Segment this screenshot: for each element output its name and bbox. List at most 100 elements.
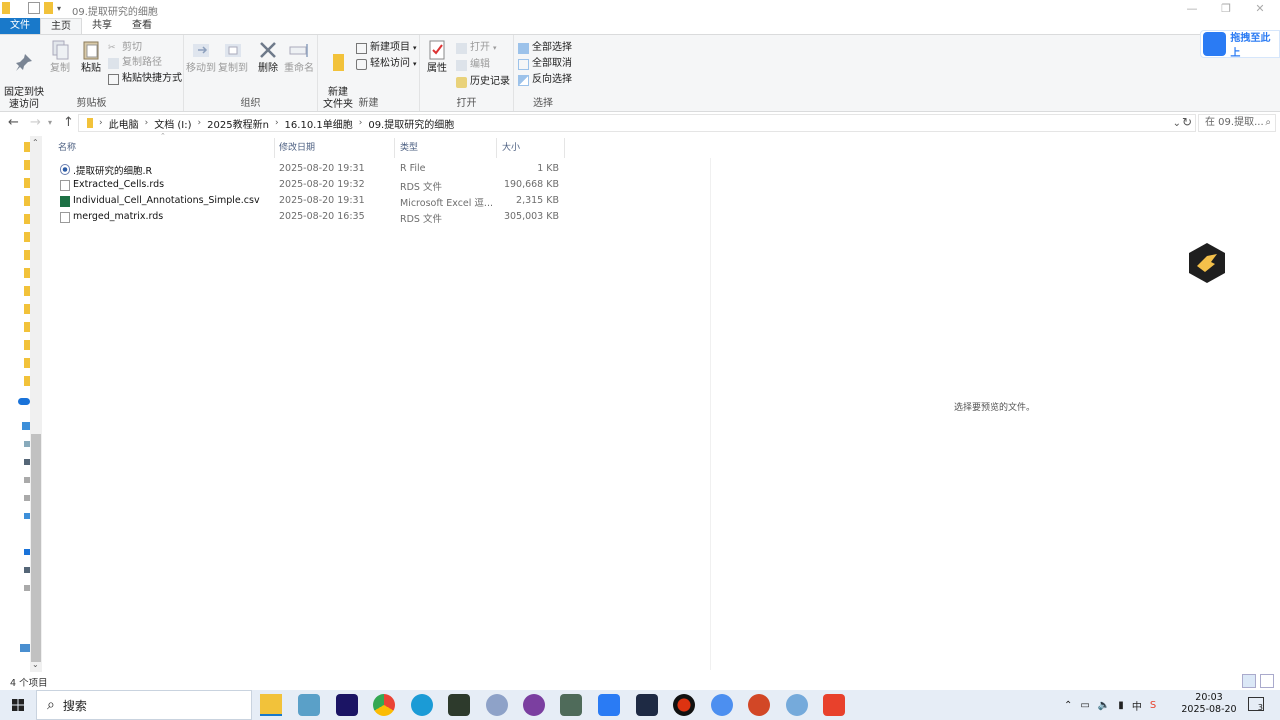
breadcrumb-folder[interactable]: 2025教程新n xyxy=(207,116,269,131)
open-icon xyxy=(456,42,467,54)
column-divider[interactable] xyxy=(496,138,497,158)
chrome-icon[interactable] xyxy=(373,694,395,716)
breadcrumb-this-pc[interactable]: 此电脑 xyxy=(109,116,139,131)
back-button[interactable]: ← xyxy=(8,115,19,130)
details-view-icon[interactable] xyxy=(1242,674,1256,688)
file-row[interactable]: Extracted_Cells.rds 2025-08-20 19:32 RDS… xyxy=(56,177,564,193)
scroll-up-icon[interactable]: ⌃ xyxy=(32,138,39,147)
forward-button[interactable]: → xyxy=(30,115,41,130)
up-button[interactable]: ↑ xyxy=(63,115,74,130)
clipboard-group: 固定到快 速访问 复制 粘贴 ✂ 剪切 复制路径 粘贴快捷方式 剪贴板 xyxy=(0,35,184,111)
chevron-right-icon[interactable]: › xyxy=(275,118,279,128)
large-icons-view-icon[interactable] xyxy=(1260,674,1274,688)
column-divider[interactable] xyxy=(274,138,275,158)
pin-icon xyxy=(16,54,32,71)
rename-button[interactable]: 重命名 xyxy=(284,39,314,75)
app-icon[interactable] xyxy=(560,694,582,716)
baidu-netdisk-icon[interactable] xyxy=(711,694,733,716)
baidu-drag-upload-button[interactable]: 拖拽至此上 xyxy=(1200,30,1280,59)
maximize-button[interactable]: ❐ xyxy=(1210,0,1242,18)
properties-button[interactable]: 属性 xyxy=(424,39,450,75)
invert-selection-button[interactable]: 反向选择 xyxy=(518,73,572,87)
chevron-up-icon[interactable]: ⌃ xyxy=(1064,700,1072,711)
chevron-right-icon[interactable]: › xyxy=(145,118,149,128)
record-icon[interactable] xyxy=(673,694,695,716)
delete-button[interactable]: 删除 xyxy=(256,39,280,75)
easy-access-button[interactable]: 轻松访问 ▾ xyxy=(356,57,417,71)
clock-time: 20:03 xyxy=(1195,692,1223,703)
preview-pane-divider[interactable] xyxy=(710,158,711,670)
folder-icon[interactable] xyxy=(44,2,53,14)
minimize-button[interactable]: — xyxy=(1176,0,1208,18)
tab-share[interactable]: 共享 xyxy=(82,18,122,34)
paste-button[interactable]: 粘贴 xyxy=(78,39,104,75)
refresh-button[interactable]: ↻ xyxy=(1182,115,1192,129)
network-icon[interactable] xyxy=(20,644,30,652)
column-header-type[interactable]: 类型 xyxy=(400,140,418,154)
microphone-icon[interactable]: ▮ xyxy=(1118,700,1124,711)
file-explorer-icon[interactable] xyxy=(260,694,282,716)
select-all-button[interactable]: 全部选择 xyxy=(518,41,572,55)
tab-file[interactable]: 文件 xyxy=(0,18,40,34)
chevron-right-icon[interactable]: › xyxy=(198,118,202,128)
column-header-size[interactable]: 大小 xyxy=(502,140,520,154)
edit-button[interactable]: 编辑 xyxy=(456,58,490,72)
app-3d-icon[interactable] xyxy=(523,694,545,716)
maps-icon[interactable] xyxy=(298,694,320,716)
taskbar-search[interactable]: ⌕ 搜索 xyxy=(36,690,252,720)
close-button[interactable]: ✕ xyxy=(1244,0,1276,18)
file-icon xyxy=(60,212,70,223)
app-icon[interactable] xyxy=(598,694,620,716)
floating-assistant-icon[interactable] xyxy=(1187,242,1227,284)
copy-button[interactable]: 复制 xyxy=(46,39,74,75)
file-date: 2025-08-20 19:31 xyxy=(279,195,365,206)
address-bar[interactable]: › 此电脑 › 文档 (I:) › 2025教程新n › 16.10.1单细胞 … xyxy=(78,114,1196,132)
new-item-button[interactable]: 新建项目 ▾ xyxy=(356,41,417,55)
column-divider[interactable] xyxy=(564,138,565,158)
system-clock[interactable]: 20:03 2025-08-20 xyxy=(1178,692,1240,716)
recent-locations-button[interactable]: ▾ xyxy=(48,118,52,127)
powerpoint-icon[interactable] xyxy=(748,694,770,716)
open-button[interactable]: 打开 ▾ xyxy=(456,41,497,55)
breadcrumb-drive[interactable]: 文档 (I:) xyxy=(154,116,191,131)
copy-to-button[interactable]: 复制到 xyxy=(218,39,248,75)
tab-home[interactable]: 主页 xyxy=(40,18,82,34)
file-row[interactable]: .提取研究的细胞.R 2025-08-20 19:31 R File 1 KB xyxy=(56,161,564,177)
onedrive-icon[interactable] xyxy=(18,398,30,405)
app-tray-icon[interactable]: S xyxy=(1150,700,1156,711)
wps-icon[interactable] xyxy=(823,694,845,716)
chevron-right-icon[interactable]: › xyxy=(359,118,363,128)
move-to-button[interactable]: 移动到 xyxy=(186,39,216,75)
scroll-down-icon[interactable]: ⌄ xyxy=(32,660,39,669)
paste-shortcut-button[interactable]: 粘贴快捷方式 xyxy=(108,72,182,86)
copy-path-button[interactable]: 复制路径 xyxy=(108,56,162,70)
select-none-button[interactable]: 全部取消 xyxy=(518,57,572,71)
tab-view[interactable]: 查看 xyxy=(122,18,162,34)
rstudio-icon[interactable] xyxy=(786,694,808,716)
file-row[interactable]: merged_matrix.rds 2025-08-20 16:35 RDS 文… xyxy=(56,209,564,225)
file-row[interactable]: Individual_Cell_Annotations_Simple.csv 2… xyxy=(56,193,564,209)
network-icon[interactable]: ▭ xyxy=(1080,700,1089,711)
terminal-icon[interactable] xyxy=(636,694,658,716)
search-input[interactable]: 在 09.提取... ⌕ xyxy=(1198,114,1276,132)
check-icon[interactable] xyxy=(28,2,40,14)
edge-icon[interactable] xyxy=(411,694,433,716)
breadcrumb-current[interactable]: 09.提取研究的细胞 xyxy=(368,116,454,131)
address-dropdown-icon[interactable]: ⌄ xyxy=(1173,118,1181,129)
cut-button[interactable]: ✂ 剪切 xyxy=(108,41,142,55)
windows-start-icon[interactable] xyxy=(0,690,36,720)
history-button[interactable]: 历史记录 xyxy=(456,75,510,89)
volume-icon[interactable]: 🔈 xyxy=(1098,700,1110,711)
column-header-name[interactable]: 名称 xyxy=(58,140,76,154)
scrollbar-thumb[interactable] xyxy=(31,434,41,662)
column-divider[interactable] xyxy=(394,138,395,158)
column-header-date[interactable]: 修改日期 xyxy=(279,140,315,154)
premiere-icon[interactable] xyxy=(336,694,358,716)
ime-icon[interactable]: 中 xyxy=(1132,698,1142,713)
r-icon[interactable] xyxy=(486,694,508,716)
chevron-down-icon[interactable]: ▾ xyxy=(57,4,61,13)
app-icon[interactable] xyxy=(448,694,470,716)
breadcrumb-folder[interactable]: 16.10.1单细胞 xyxy=(285,116,353,131)
notification-icon[interactable]: 3 xyxy=(1248,697,1264,712)
this-pc-icon[interactable] xyxy=(22,422,30,430)
